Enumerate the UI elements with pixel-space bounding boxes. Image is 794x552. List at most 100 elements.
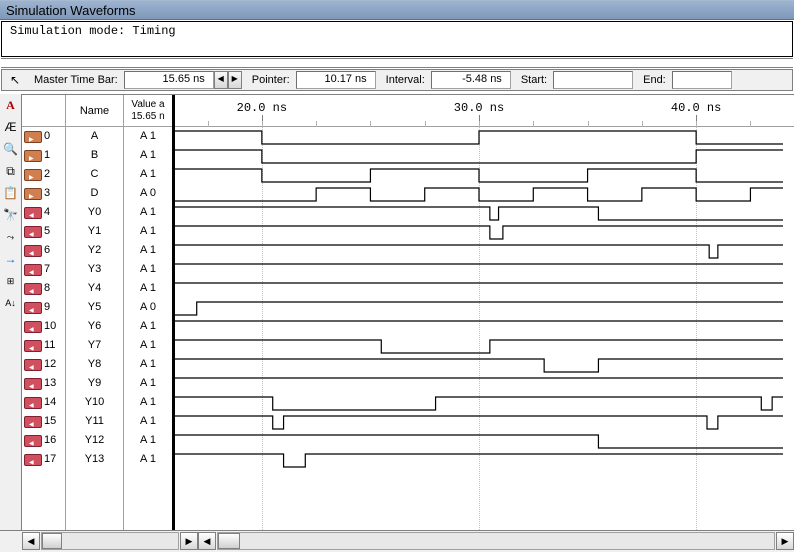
- time-spin-right[interactable]: ▶: [228, 71, 242, 89]
- arrow-right-icon[interactable]: →: [2, 250, 20, 268]
- waveform-row[interactable]: [175, 450, 783, 469]
- signal-index-cell[interactable]: 0: [22, 127, 65, 146]
- signal-index-cell[interactable]: 11: [22, 336, 65, 355]
- signal-name-cell[interactable]: Y2: [66, 241, 123, 260]
- signal-index-cell[interactable]: 6: [22, 241, 65, 260]
- signal-value-cell: A 1: [124, 431, 172, 450]
- start-field[interactable]: [553, 71, 633, 89]
- signal-index-cell[interactable]: 4: [22, 203, 65, 222]
- signal-index-cell[interactable]: 15: [22, 412, 65, 431]
- paste-icon[interactable]: 📋: [2, 184, 20, 202]
- index-header: [22, 95, 65, 127]
- waveform-row[interactable]: [175, 203, 783, 222]
- signal-index-cell[interactable]: 14: [22, 393, 65, 412]
- time-spin-left[interactable]: ◀: [214, 71, 228, 89]
- waveform-row[interactable]: [175, 355, 783, 374]
- find-icon[interactable]: 🔭: [2, 206, 20, 224]
- waveform-row[interactable]: [175, 374, 783, 393]
- signal-index-cell[interactable]: 16: [22, 431, 65, 450]
- signal-name-cell[interactable]: Y3: [66, 260, 123, 279]
- input-pin-icon: [24, 150, 42, 162]
- waveform-row[interactable]: [175, 184, 783, 203]
- wave-scroll-track[interactable]: [217, 532, 775, 550]
- signal-name-cell[interactable]: Y4: [66, 279, 123, 298]
- signal-name-cell[interactable]: D: [66, 184, 123, 203]
- signal-index-cell[interactable]: 2: [22, 165, 65, 184]
- window-title-bar: Simulation Waveforms: [0, 0, 794, 20]
- end-field[interactable]: [672, 71, 732, 89]
- waveform-pane[interactable]: 20.0 ns30.0 ns40.0 ns: [175, 95, 794, 530]
- cursor-icon[interactable]: ↖: [6, 71, 24, 89]
- signal-value-cell: A 1: [124, 203, 172, 222]
- master-time-field[interactable]: 15.65 ns: [124, 71, 214, 89]
- signal-name-cell[interactable]: Y1: [66, 222, 123, 241]
- waveform-row[interactable]: [175, 317, 783, 336]
- signal-name-cell[interactable]: Y13: [66, 450, 123, 469]
- copy-icon[interactable]: ⧉: [2, 162, 20, 180]
- signal-index-cell[interactable]: 8: [22, 279, 65, 298]
- signal-index-cell[interactable]: 3: [22, 184, 65, 203]
- waveform-row[interactable]: [175, 222, 783, 241]
- interval-field: -5.48 ns: [431, 71, 511, 89]
- signal-index-cell[interactable]: 5: [22, 222, 65, 241]
- signal-name-cell[interactable]: Y10: [66, 393, 123, 412]
- text-tool-icon[interactable]: A: [2, 96, 20, 114]
- signal-name-cell[interactable]: Y6: [66, 317, 123, 336]
- signal-index-cell[interactable]: 1: [22, 146, 65, 165]
- waveform-row[interactable]: [175, 298, 783, 317]
- time-ruler[interactable]: 20.0 ns30.0 ns40.0 ns: [175, 95, 794, 127]
- signal-value-cell: A 0: [124, 184, 172, 203]
- signal-value-cell: A 1: [124, 146, 172, 165]
- output-pin-icon: [24, 264, 42, 276]
- signal-index-cell[interactable]: 10: [22, 317, 65, 336]
- horizontal-scrollbars: ◀ ▶ ◀ ▶: [0, 530, 794, 552]
- waveform-row[interactable]: [175, 393, 783, 412]
- signal-name-cell[interactable]: Y7: [66, 336, 123, 355]
- grid-icon[interactable]: ⊞: [2, 272, 20, 290]
- waveform-row[interactable]: [175, 412, 783, 431]
- start-label: Start:: [521, 74, 547, 86]
- signal-value-cell: A 1: [124, 279, 172, 298]
- signal-name-cell[interactable]: Y8: [66, 355, 123, 374]
- scroll-track-left[interactable]: [41, 532, 179, 550]
- signal-value-cell: A 1: [124, 165, 172, 184]
- signal-name-cell[interactable]: Y5: [66, 298, 123, 317]
- output-pin-icon: [24, 454, 42, 466]
- signal-name-cell[interactable]: Y12: [66, 431, 123, 450]
- find-next-icon[interactable]: ⤳: [2, 228, 20, 246]
- waveform-row[interactable]: [175, 146, 783, 165]
- wave-tool-icon[interactable]: Æ: [2, 118, 20, 136]
- signal-index-cell[interactable]: 12: [22, 355, 65, 374]
- ruler-tick-label: 30.0 ns: [454, 101, 504, 115]
- signal-index-cell[interactable]: 13: [22, 374, 65, 393]
- waveform-row[interactable]: [175, 431, 783, 450]
- signal-value-cell: A 1: [124, 374, 172, 393]
- waveform-row[interactable]: [175, 241, 783, 260]
- waveform-row[interactable]: [175, 127, 783, 146]
- waveform-row[interactable]: [175, 165, 783, 184]
- wave-scroll-thumb[interactable]: [218, 533, 240, 549]
- scroll-left-button[interactable]: ◀: [22, 532, 40, 550]
- scroll-right-button[interactable]: ▶: [180, 532, 198, 550]
- signal-name-cell[interactable]: A: [66, 127, 123, 146]
- wave-scroll-right-button[interactable]: ▶: [776, 532, 794, 550]
- wave-scroll-left-button[interactable]: ◀: [198, 532, 216, 550]
- zoom-in-icon[interactable]: 🔍: [2, 140, 20, 158]
- signal-index-cell[interactable]: 17: [22, 450, 65, 469]
- sort-icon[interactable]: A↓: [2, 294, 20, 312]
- signal-index-cell[interactable]: 7: [22, 260, 65, 279]
- signal-name-cell[interactable]: Y9: [66, 374, 123, 393]
- signal-name-cell[interactable]: Y11: [66, 412, 123, 431]
- pointer-label: Pointer:: [252, 74, 290, 86]
- waveform-row[interactable]: [175, 260, 783, 279]
- scroll-thumb-left[interactable]: [42, 533, 62, 549]
- index-column: 01234567891011121314151617: [22, 95, 66, 530]
- signal-name-cell[interactable]: B: [66, 146, 123, 165]
- input-pin-icon: [24, 188, 42, 200]
- input-pin-icon: [24, 169, 42, 181]
- waveform-row[interactable]: [175, 279, 783, 298]
- signal-name-cell[interactable]: Y0: [66, 203, 123, 222]
- signal-name-cell[interactable]: C: [66, 165, 123, 184]
- waveform-row[interactable]: [175, 336, 783, 355]
- signal-index-cell[interactable]: 9: [22, 298, 65, 317]
